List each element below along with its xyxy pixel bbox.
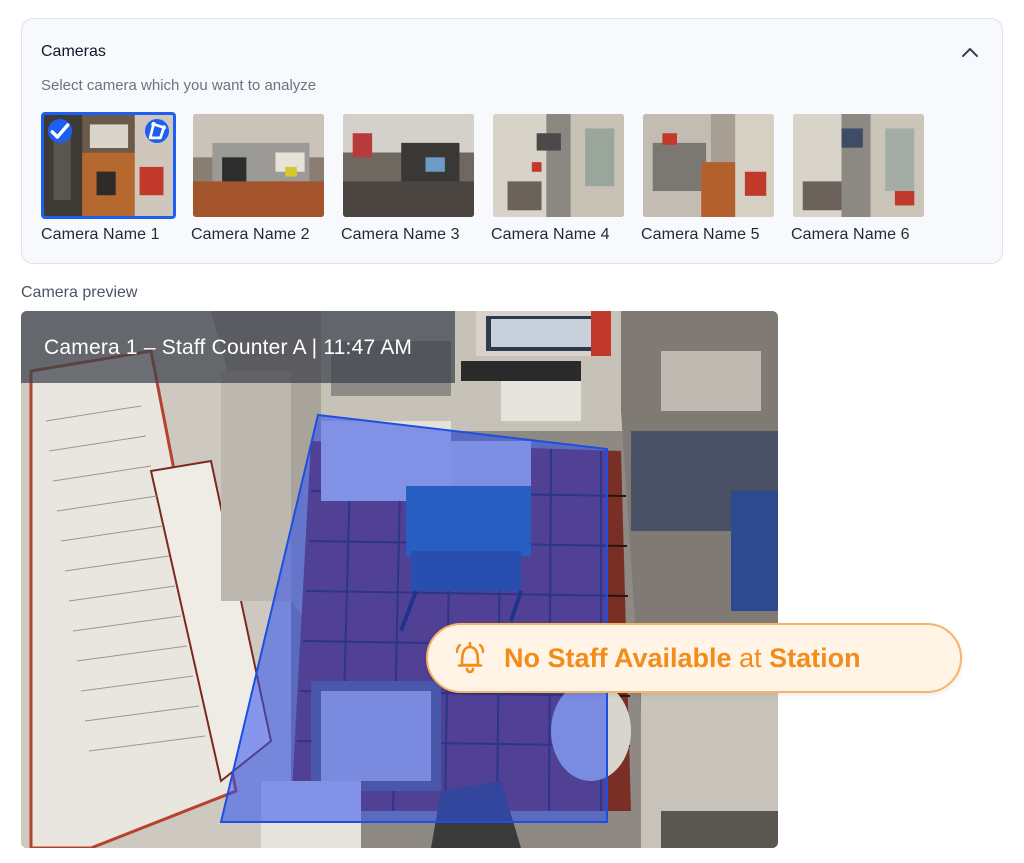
camera-thumb-5[interactable]: Camera Name 5 [641, 112, 776, 244]
camera-preview-label: Camera preview [21, 284, 138, 301]
collapse-button[interactable] [958, 41, 982, 65]
camera-thumb-2[interactable]: Camera Name 2 [191, 112, 326, 244]
camera-thumbnail-image [341, 112, 476, 219]
camera-name-label: Camera Name 1 [41, 226, 160, 243]
chevron-up-icon [962, 48, 978, 57]
camera-thumbnail-image [641, 112, 776, 219]
alert-message: No Staff Available at Station [504, 643, 861, 674]
cameras-panel: Cameras Select camera which you want to … [21, 18, 1003, 264]
camera-preview: Camera 1 – Staff Counter A | 11:47 AM [21, 311, 778, 848]
camera-name-label: Camera Name 2 [191, 226, 310, 243]
camera-title: Camera 1 – Staff Counter A | 11:47 AM [44, 336, 413, 359]
alert-connector: at [731, 642, 770, 673]
camera-thumbnail-image [41, 112, 176, 219]
camera-feed-image [21, 311, 778, 848]
camera-thumb-3[interactable]: Camera Name 3 [341, 112, 476, 244]
no-staff-alert: No Staff Available at Station [426, 623, 962, 693]
bell-icon [455, 641, 485, 674]
camera-name-label: Camera Name 4 [491, 226, 610, 243]
camera-thumb-4[interactable]: Camera Name 4 [491, 112, 626, 244]
camera-thumb-6[interactable]: Camera Name 6 [791, 112, 926, 244]
alert-location: Station [769, 642, 861, 673]
camera-title-bar: Camera 1 – Staff Counter A | 11:47 AM [21, 311, 455, 383]
camera-name-label: Camera Name 6 [791, 226, 910, 243]
alert-status: No Staff Available [504, 642, 732, 673]
camera-name-label: Camera Name 3 [341, 226, 460, 243]
camera-name-label: Camera Name 5 [641, 226, 760, 243]
selected-check-icon [48, 119, 72, 143]
camera-thumbnail-image [791, 112, 926, 219]
camera-thumbnail-image [491, 112, 626, 219]
camera-thumbnail-image [191, 112, 326, 219]
cameras-title: Cameras [41, 43, 106, 60]
camera-thumb-1[interactable]: Camera Name 1 [41, 112, 176, 244]
zone-shape-icon [145, 119, 169, 143]
cameras-subtitle: Select camera which you want to analyze [41, 77, 317, 94]
